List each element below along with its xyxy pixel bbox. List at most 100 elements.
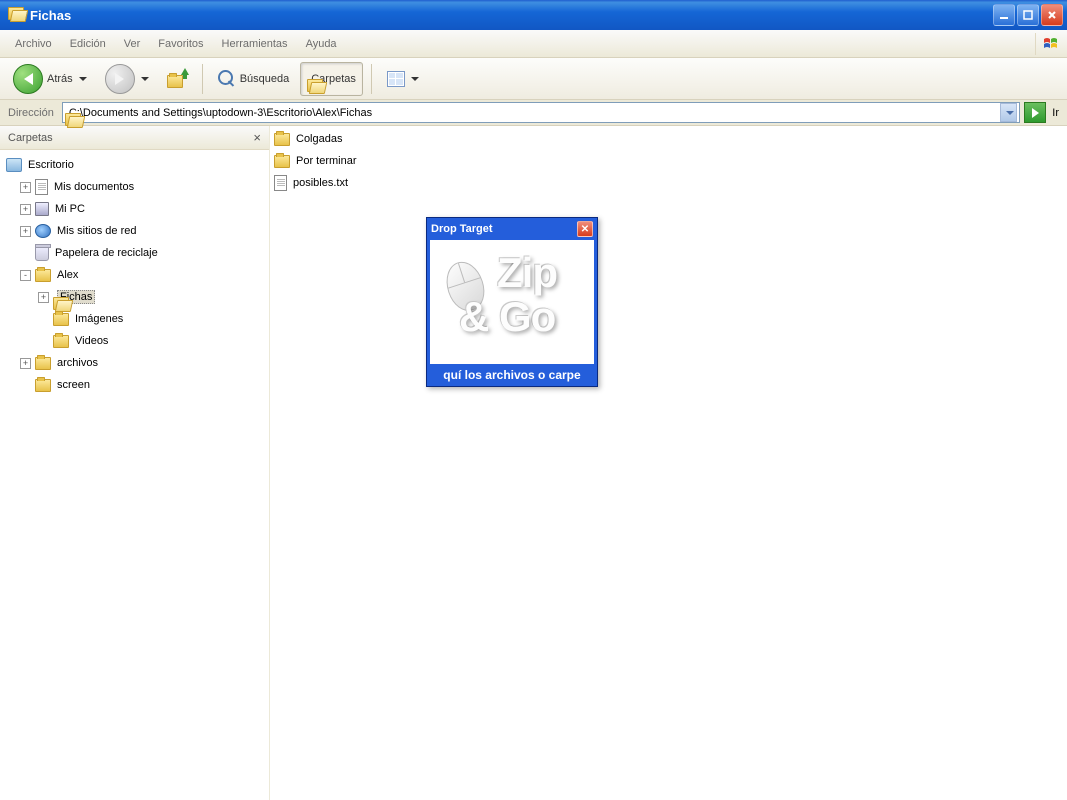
- search-button[interactable]: Búsqueda: [211, 62, 297, 96]
- folder-icon: [53, 335, 69, 348]
- folder-icon: [274, 155, 290, 168]
- address-dropdown-button[interactable]: [1000, 103, 1017, 122]
- tree-item-mi-pc[interactable]: + Mi PC: [2, 198, 267, 220]
- close-button[interactable]: [1041, 4, 1063, 26]
- menu-archivo[interactable]: Archivo: [6, 34, 61, 54]
- folder-icon: [35, 269, 51, 282]
- menu-ayuda[interactable]: Ayuda: [297, 34, 346, 54]
- tree-item-fichas[interactable]: + Fichas: [2, 286, 267, 308]
- address-label: Dirección: [4, 107, 58, 119]
- folders-button[interactable]: Carpetas: [300, 62, 363, 96]
- toolbar: Atrás Búsqueda Carpetas: [0, 58, 1067, 100]
- item-posibles-txt[interactable]: posibles.txt: [274, 172, 1063, 194]
- item-colgadas[interactable]: Colgadas: [274, 128, 1063, 150]
- go-arrow-icon: [1032, 108, 1039, 118]
- window-folder-icon: [8, 7, 24, 23]
- expand-icon[interactable]: +: [20, 226, 31, 237]
- tree-item-label: Videos: [73, 335, 110, 347]
- network-icon: [35, 224, 51, 238]
- windows-flag-icon: [1035, 33, 1061, 55]
- menu-edicion[interactable]: Edición: [61, 34, 115, 54]
- views-button[interactable]: [380, 62, 426, 96]
- back-arrow-icon: [13, 64, 43, 94]
- folder-icon: [35, 379, 51, 392]
- tree-item-label: Mis documentos: [52, 181, 136, 193]
- maximize-button[interactable]: [1017, 4, 1039, 26]
- expand-icon[interactable]: +: [20, 358, 31, 369]
- tree-item-alex[interactable]: - Alex: [2, 264, 267, 286]
- expand-icon[interactable]: +: [20, 182, 31, 193]
- tree-item-videos[interactable]: Videos: [2, 330, 267, 352]
- logo-line1: Zip: [497, 249, 557, 297]
- titlebar: Fichas: [0, 0, 1067, 30]
- folder-tree: Escritorio + Mis documentos + Mi PC + Mi…: [0, 150, 269, 400]
- tree-item-label: Alex: [55, 269, 80, 281]
- minimize-button[interactable]: [993, 4, 1015, 26]
- search-label: Búsqueda: [240, 73, 290, 85]
- menu-herramientas[interactable]: Herramientas: [213, 34, 297, 54]
- forward-dropdown-icon: [141, 77, 149, 81]
- expand-icon[interactable]: +: [38, 292, 49, 303]
- expand-icon[interactable]: +: [20, 204, 31, 215]
- folder-icon: [274, 133, 290, 146]
- item-label: Por terminar: [296, 155, 357, 167]
- menu-ver[interactable]: Ver: [115, 34, 150, 54]
- tree-item-papelera[interactable]: Papelera de reciclaje: [2, 242, 267, 264]
- up-folder-icon: [167, 70, 187, 88]
- tree-item-imagenes[interactable]: Imágenes: [2, 308, 267, 330]
- tree-item-label: Mis sitios de red: [55, 225, 138, 237]
- go-label: Ir: [1050, 107, 1063, 119]
- toolbar-separator: [202, 64, 203, 94]
- folders-sidebar: Carpetas × Escritorio + Mis documentos +…: [0, 126, 270, 800]
- tree-root-escritorio[interactable]: Escritorio: [2, 154, 267, 176]
- forward-arrow-icon: [105, 64, 135, 94]
- expand-spacer: [38, 314, 49, 325]
- up-button[interactable]: [160, 62, 194, 96]
- item-por-terminar[interactable]: Por terminar: [274, 150, 1063, 172]
- back-dropdown-icon: [79, 77, 87, 81]
- item-label: Colgadas: [296, 133, 342, 145]
- address-field[interactable]: C:\Documents and Settings\uptodown-3\Esc…: [62, 102, 1020, 123]
- forward-button[interactable]: [98, 62, 156, 96]
- tree-root-label: Escritorio: [26, 159, 76, 171]
- text-file-icon: [274, 175, 287, 191]
- item-label: posibles.txt: [293, 177, 348, 189]
- recycle-icon: [35, 246, 49, 261]
- addressbar: Dirección C:\Documents and Settings\upto…: [0, 100, 1067, 126]
- expand-spacer: [38, 336, 49, 347]
- back-button[interactable]: Atrás: [6, 62, 94, 96]
- menubar: Archivo Edición Ver Favoritos Herramient…: [0, 30, 1067, 58]
- pc-icon: [35, 202, 49, 216]
- drop-target-close-button[interactable]: ✕: [577, 221, 593, 237]
- zip-go-logo: Zip & Go: [437, 247, 587, 357]
- folder-icon: [53, 313, 69, 326]
- sidebar-close-button[interactable]: ×: [253, 130, 261, 145]
- tree-item-label: screen: [55, 379, 92, 391]
- back-label: Atrás: [47, 73, 73, 85]
- tree-item-archivos[interactable]: + archivos: [2, 352, 267, 374]
- window-buttons: [993, 4, 1063, 26]
- folder-icon: [35, 357, 51, 370]
- collapse-icon[interactable]: -: [20, 270, 31, 281]
- logo-line2: & Go: [459, 293, 555, 341]
- content-pane[interactable]: Colgadas Por terminar posibles.txt Drop …: [270, 126, 1067, 800]
- drop-target-body[interactable]: Zip & Go: [430, 240, 594, 364]
- drop-target-status: quí los archivos o carpe: [427, 364, 597, 386]
- desktop-icon: [6, 158, 22, 172]
- drop-target-title: Drop Target: [431, 223, 493, 235]
- expand-spacer: [20, 380, 31, 391]
- tree-item-label: Papelera de reciclaje: [53, 247, 160, 259]
- views-icon: [387, 71, 405, 87]
- tree-item-screen[interactable]: screen: [2, 374, 267, 396]
- views-dropdown-icon: [411, 77, 419, 81]
- drop-target-window[interactable]: Drop Target ✕ Zip & Go quí los archivos …: [426, 217, 598, 387]
- tree-item-sitios-red[interactable]: + Mis sitios de red: [2, 220, 267, 242]
- address-path: C:\Documents and Settings\uptodown-3\Esc…: [65, 107, 1000, 119]
- sidebar-header: Carpetas ×: [0, 126, 269, 150]
- documents-icon: [35, 179, 48, 195]
- drop-target-titlebar[interactable]: Drop Target ✕: [427, 218, 597, 240]
- tree-item-mis-documentos[interactable]: + Mis documentos: [2, 176, 267, 198]
- tree-item-label: Mi PC: [53, 203, 87, 215]
- go-button[interactable]: [1024, 102, 1046, 123]
- menu-favoritos[interactable]: Favoritos: [149, 34, 212, 54]
